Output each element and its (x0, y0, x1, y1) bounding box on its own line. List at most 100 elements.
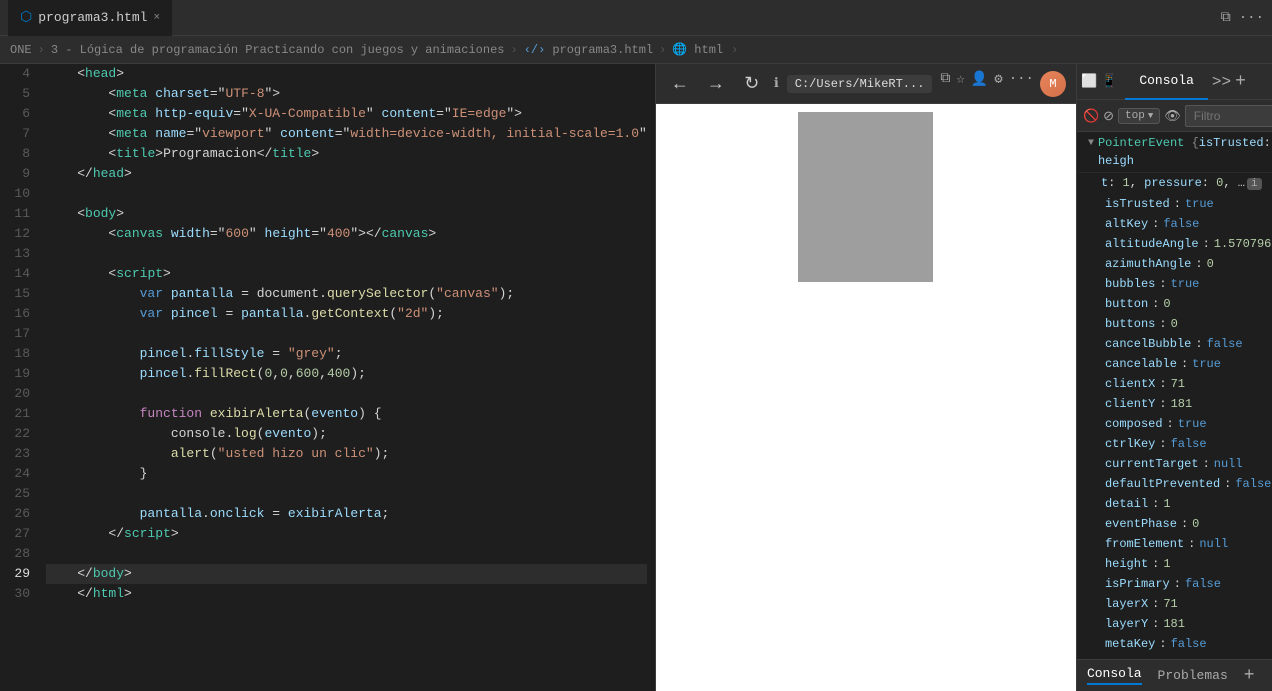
extensions-icon[interactable]: ⧉ (940, 71, 950, 97)
console-entry-pointer: PointerEvent {isTrusted: true, pointerId… (1077, 132, 1272, 173)
tab-programa3[interactable]: ⬡ programa3.html × (8, 0, 172, 36)
eye-icon-button[interactable]: 👁 (1164, 105, 1181, 127)
breadcrumb-sep1: › (38, 43, 45, 57)
pointer-event-suffix: t: 1, pressure: 0, …i (1077, 173, 1272, 194)
line-num-4: 4 (8, 64, 30, 84)
code-line-27: </script> (46, 524, 647, 544)
info-icon: ℹ (774, 76, 779, 91)
forward-button[interactable]: → (702, 70, 730, 98)
refresh-button[interactable]: ↻ (738, 70, 766, 98)
prop-currentTarget: currentTarget:null (1077, 454, 1272, 474)
inspect-icon[interactable]: ⬜ (1081, 74, 1097, 89)
filter-input[interactable] (1185, 105, 1272, 127)
filter-toggle-button[interactable]: ⊘ (1103, 105, 1114, 127)
top-label: top (1125, 110, 1145, 122)
breadcrumb-one: ONE (10, 43, 32, 57)
breadcrumb-sep4: › (731, 43, 738, 57)
console-output[interactable]: PointerEvent {isTrusted: true, pointerId… (1077, 132, 1272, 659)
line-numbers: 4 5 6 7 8 9 10 11 12 13 14 15 16 17 18 1… (0, 64, 38, 691)
code-line-20 (46, 384, 647, 404)
prop-detail: detail:1 (1077, 494, 1272, 514)
prop-defaultPrevented: defaultPrevented:false (1077, 474, 1272, 494)
code-line-17 (46, 324, 647, 344)
prop-azimuthAngle: azimuthAngle:0 (1077, 254, 1272, 274)
add-tab-button[interactable]: + (1244, 666, 1255, 686)
bottom-tab-problems[interactable]: Problemas (1158, 668, 1228, 683)
line-num-6: 6 (8, 104, 30, 124)
account-icon[interactable]: 👤 (971, 71, 988, 97)
canvas-preview (798, 112, 933, 282)
line-num-24: 24 (8, 464, 30, 484)
tabs-container: ⬡ programa3.html × (8, 0, 1221, 36)
code-line-22: console.log(evento); (46, 424, 647, 444)
tab-bar-actions: ⧉ ··· (1221, 10, 1264, 26)
breadcrumb-html: html (694, 43, 723, 57)
split-editor-icon[interactable]: ⧉ (1221, 10, 1231, 26)
prop-clientX: clientX:71 (1077, 374, 1272, 394)
line-num-13: 13 (8, 244, 30, 264)
code-line-15: var pantalla = document.querySelector("c… (46, 284, 647, 304)
expand-pointer-arrow[interactable] (1088, 135, 1094, 153)
line-num-7: 7 (8, 124, 30, 144)
prop-layerY: layerY:181 (1077, 614, 1272, 634)
browser-content (656, 104, 1076, 691)
breadcrumb: ONE › 3 - Lógica de programación Practic… (0, 36, 1272, 64)
breadcrumb-course: 3 - Lógica de programación Practicando c… (51, 43, 505, 57)
editor-panel: 4 5 6 7 8 9 10 11 12 13 14 15 16 17 18 1… (0, 64, 655, 691)
tab-close-button[interactable]: × (153, 12, 160, 24)
breadcrumb-globe: 🌐 (672, 42, 687, 57)
prop-isTrusted: isTrusted:true (1077, 194, 1272, 214)
prop-cancelBubble: cancelBubble:false (1077, 334, 1272, 354)
mobile-icon[interactable]: 📱 (1101, 74, 1117, 89)
code-line-4: <head> (46, 64, 647, 84)
code-line-7: <meta name="viewport" content="width=dev… (46, 124, 647, 144)
line-num-28: 28 (8, 544, 30, 564)
prop-metaKey: metaKey:false (1077, 634, 1272, 654)
more-panels-icon[interactable]: >> (1212, 73, 1231, 91)
line-num-12: 12 (8, 224, 30, 244)
prop-button: button:0 (1077, 294, 1272, 314)
code-line-19: pincel.fillRect(0,0,600,400); (46, 364, 647, 384)
settings-icon[interactable]: ⚙ (994, 71, 1002, 97)
more-icon[interactable]: ··· (1009, 71, 1034, 97)
line-num-8: 8 (8, 144, 30, 164)
tab-console[interactable]: Consola (1125, 64, 1208, 100)
more-actions-icon[interactable]: ··· (1239, 10, 1264, 26)
line-num-25: 25 (8, 484, 30, 504)
bookmark-icon[interactable]: ☆ (956, 71, 964, 97)
code-line-24: } (46, 464, 647, 484)
prop-eventPhase: eventPhase:0 (1077, 514, 1272, 534)
prop-bubbles: bubbles:true (1077, 274, 1272, 294)
bottom-tab-console[interactable]: Consola (1087, 666, 1142, 685)
code-view: 4 5 6 7 8 9 10 11 12 13 14 15 16 17 18 1… (0, 64, 655, 691)
breadcrumb-file: programa3.html (552, 43, 653, 57)
breadcrumb-sep3: › (659, 43, 666, 57)
code-content[interactable]: <head> <meta charset="UTF-8"> <meta http… (38, 64, 655, 691)
breadcrumb-chevron: ‹/› (524, 43, 546, 57)
breadcrumb-sep2: › (511, 43, 518, 57)
line-num-15: 15 (8, 284, 30, 304)
code-line-16: var pincel = pantalla.getContext("2d"); (46, 304, 647, 324)
prop-fromElement: fromElement:null (1077, 534, 1272, 554)
top-context-selector[interactable]: top ▼ (1118, 108, 1160, 124)
line-num-30: 30 (8, 584, 30, 604)
vscode-icon: ⬡ (20, 9, 32, 26)
prop-clientY: clientY:181 (1077, 394, 1272, 414)
line-num-11: 11 (8, 204, 30, 224)
code-line-6: <meta http-equiv="X-UA-Compatible" conte… (46, 104, 647, 124)
main-area: 4 5 6 7 8 9 10 11 12 13 14 15 16 17 18 1… (0, 64, 1272, 691)
code-line-14: <script> (46, 264, 647, 284)
url-display[interactable]: C:/Users/MikeRT... (787, 75, 933, 93)
tab-title: programa3.html (38, 10, 147, 25)
prop-altKey: altKey:false (1077, 214, 1272, 234)
add-panel-icon[interactable]: + (1235, 72, 1246, 92)
code-line-8: <title>Programacion</title> (46, 144, 647, 164)
prop-layerX: layerX:71 (1077, 594, 1272, 614)
code-line-23: alert("usted hizo un clic"); (46, 444, 647, 464)
devtools-toolbar: 🚫 ⊘ top ▼ 👁 Niveles predetermine 1 hidde… (1077, 100, 1272, 132)
prop-altitudeAngle: altitudeAngle:1.5707963267948966 (1077, 234, 1272, 254)
profile-avatar[interactable]: M (1040, 71, 1066, 97)
back-button[interactable]: ← (666, 70, 694, 98)
tab-bar: ⬡ programa3.html × ⧉ ··· (0, 0, 1272, 36)
clear-console-button[interactable]: 🚫 (1083, 105, 1099, 127)
